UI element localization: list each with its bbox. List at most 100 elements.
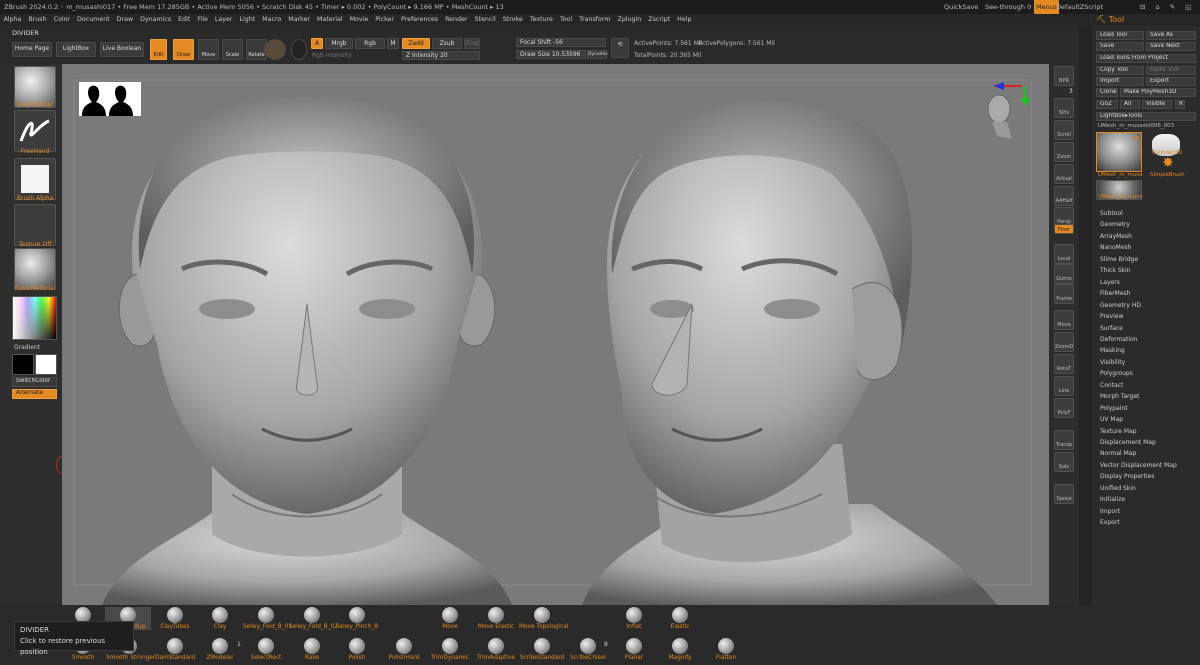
subpalette-thick-skin[interactable]: Thick Skin bbox=[1100, 267, 1131, 274]
alternate-button[interactable]: Alternate bbox=[12, 389, 57, 399]
shelf-spix-button[interactable]: SPix bbox=[1054, 98, 1074, 118]
subpalette-fibermesh[interactable]: FiberMesh bbox=[1100, 290, 1130, 297]
material-sphere-icon[interactable] bbox=[291, 39, 307, 60]
menu-draw[interactable]: Draw bbox=[113, 14, 136, 26]
menu-light[interactable]: Light bbox=[236, 14, 259, 26]
shelf-floor-button[interactable]: Floor bbox=[1054, 224, 1074, 234]
subpalette-slime-bridge[interactable]: Slime Bridge bbox=[1100, 256, 1138, 263]
brush-move-topological[interactable]: Move Topological bbox=[519, 607, 569, 630]
brush-damstandard[interactable]: DamStandard bbox=[152, 638, 198, 661]
texture-icon[interactable] bbox=[14, 204, 56, 246]
live-boolean-button[interactable]: Live Boolean bbox=[100, 42, 144, 57]
mrgb-toggle[interactable]: Mrgb bbox=[325, 38, 353, 49]
zcut-toggle[interactable]: Zcut bbox=[464, 38, 480, 49]
front-head-mesh[interactable] bbox=[102, 97, 512, 605]
menu-movie[interactable]: Movie bbox=[346, 14, 372, 26]
home-page-button[interactable]: Home Page bbox=[12, 42, 52, 57]
brush-trimdynamic[interactable]: TrimDynamic bbox=[427, 638, 473, 661]
dynamic-toggle[interactable]: Dynamic bbox=[587, 50, 608, 59]
tray-scrollbar[interactable] bbox=[1079, 26, 1092, 606]
brush-selwy-fold-b-01[interactable]: Selwy_Fold_B_01 bbox=[243, 607, 292, 630]
navigation-cube-icon[interactable] bbox=[987, 82, 1030, 139]
rgb-intensity-slider[interactable]: Rgb Intensity bbox=[312, 52, 352, 59]
move-button[interactable]: Move bbox=[198, 39, 219, 60]
menu-marker[interactable]: Marker bbox=[285, 14, 314, 26]
menu-material[interactable]: Material bbox=[314, 14, 347, 26]
brush-polishhard[interactable]: PolishHard bbox=[381, 638, 427, 661]
subpalette-morph-target[interactable]: Morph Target bbox=[1100, 393, 1139, 400]
subpalette-unified-skin[interactable]: Unified Skin bbox=[1100, 485, 1136, 492]
color-picker[interactable] bbox=[12, 296, 57, 340]
shelf-aahalf-button[interactable]: AAHalf bbox=[1054, 186, 1074, 206]
stroke-icon[interactable] bbox=[14, 110, 56, 152]
subpalette-displacement-map[interactable]: Displacement Map bbox=[1100, 439, 1156, 446]
shelf-move-button[interactable]: Move bbox=[1054, 310, 1074, 330]
brush-flatten[interactable]: Flatten bbox=[703, 638, 749, 661]
see-through-slider[interactable]: See-through 0 bbox=[985, 0, 1031, 14]
shelf-xpose-button[interactable]: Xpose bbox=[1054, 484, 1074, 504]
window-controls-icon[interactable]: ⊟ ⌂ ✎ ◱ ✕ bbox=[1140, 0, 1200, 14]
switch-color-button[interactable]: SwitchColor bbox=[12, 377, 57, 387]
menu-render[interactable]: Render bbox=[442, 14, 471, 26]
draw-button[interactable]: Draw bbox=[173, 39, 194, 60]
brush-elastic[interactable]: Elastic bbox=[657, 607, 703, 630]
subpalette-export[interactable]: Export bbox=[1100, 519, 1120, 526]
subpalette-display-properties[interactable]: Display Properties bbox=[1100, 473, 1154, 480]
rgb-toggle[interactable]: Rgb bbox=[355, 38, 385, 49]
three-quarter-head-mesh[interactable] bbox=[582, 101, 997, 605]
brush-planar[interactable]: Planar bbox=[611, 638, 657, 661]
subpalette-visibility[interactable]: Visibility bbox=[1100, 359, 1125, 366]
menu-stencil[interactable]: Stencil bbox=[471, 14, 499, 26]
subpalette-nanomesh[interactable]: NanoMesh bbox=[1100, 244, 1131, 251]
brush-selwy-fold-b-02[interactable]: Selwy_Fold_B_02 bbox=[289, 607, 338, 630]
menu-zscript[interactable]: Zscript bbox=[645, 14, 674, 26]
m-toggle[interactable]: M bbox=[387, 38, 399, 49]
menu-zplugin[interactable]: Zplugin bbox=[614, 14, 645, 26]
shelf-actual-button[interactable]: Actual bbox=[1054, 164, 1074, 184]
subpalette-polypaint[interactable]: Polypaint bbox=[1100, 405, 1128, 412]
shelf-solo-button[interactable]: Solo bbox=[1054, 452, 1074, 472]
shelf-polyf-button[interactable]: PolyF bbox=[1054, 398, 1074, 418]
menu-texture[interactable]: Texture bbox=[526, 14, 556, 26]
subpalette-geometry-hd[interactable]: Geometry HD bbox=[1100, 302, 1141, 309]
quicksave-button[interactable]: QuickSave bbox=[944, 0, 978, 14]
brush-inflat[interactable]: Inflat bbox=[611, 607, 657, 630]
menu-stroke[interactable]: Stroke bbox=[499, 14, 526, 26]
shelf-line-fill-button[interactable]: Line Fill bbox=[1054, 376, 1074, 396]
brush-trimadaptive[interactable]: TrimAdaptive bbox=[473, 638, 519, 661]
menu-picker[interactable]: Picker bbox=[372, 14, 398, 26]
a-toggle[interactable]: A bbox=[311, 38, 323, 49]
menu-color[interactable]: Color bbox=[50, 14, 73, 26]
brush-selwy-pinch-b[interactable]: Selwy_Pinch_B bbox=[334, 607, 380, 630]
brush-move-elastic[interactable]: Move Elastic bbox=[473, 607, 519, 630]
tool-palette-header[interactable]: ⛏ Tool bbox=[1092, 14, 1200, 26]
subpalette-polygroups[interactable]: Polygroups bbox=[1100, 370, 1133, 377]
brush-move[interactable]: Move bbox=[427, 607, 473, 630]
subpalette-normal-map[interactable]: Normal Map bbox=[1100, 450, 1136, 457]
menu-file[interactable]: File bbox=[194, 14, 212, 26]
primary-color-swatch[interactable] bbox=[12, 354, 34, 375]
lightbox-button[interactable]: LightBox bbox=[56, 42, 96, 57]
menu-preferences[interactable]: Preferences bbox=[398, 14, 442, 26]
subpalette-layers[interactable]: Layers bbox=[1100, 279, 1120, 286]
menu-help[interactable]: Help bbox=[674, 14, 695, 26]
material-icon[interactable] bbox=[14, 248, 56, 290]
zsub-toggle[interactable]: Zsub bbox=[432, 38, 462, 49]
subpalette-deformation[interactable]: Deformation bbox=[1100, 336, 1137, 343]
subpalette-initialize[interactable]: Initialize bbox=[1100, 496, 1125, 503]
scale-button[interactable]: Scale bbox=[222, 39, 243, 60]
subpalette-vector-displacement-map[interactable]: Vector Displacement Map bbox=[1100, 462, 1177, 469]
shelf-transp-button[interactable]: Transp bbox=[1054, 430, 1074, 450]
brush-selectrect[interactable]: SelectRect bbox=[243, 638, 289, 661]
menu-document[interactable]: Document bbox=[74, 14, 114, 26]
brush-scribestandard[interactable]: ScribeStandard bbox=[519, 638, 565, 661]
zadd-toggle[interactable]: Zadd bbox=[402, 38, 430, 49]
subpalette-surface[interactable]: Surface bbox=[1100, 325, 1123, 332]
brush-clay[interactable]: Clay bbox=[197, 607, 243, 630]
shelf-scroll-button[interactable]: Scroll bbox=[1054, 120, 1074, 140]
shelf-gizmo-button[interactable]: Gizmo bbox=[1054, 264, 1074, 284]
subpalette-arraymesh[interactable]: ArrayMesh bbox=[1100, 233, 1132, 240]
focal-shift-slider[interactable]: Focal Shift -56 bbox=[516, 38, 606, 47]
shelf-bpr-button[interactable]: BPR bbox=[1054, 66, 1074, 86]
menu-layer[interactable]: Layer bbox=[211, 14, 236, 26]
